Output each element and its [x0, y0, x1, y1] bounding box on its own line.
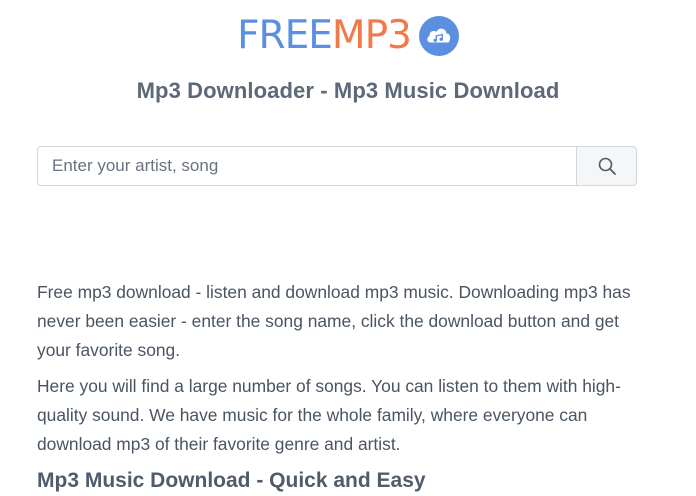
- logo-mp3-text: MP3: [331, 13, 412, 58]
- search-button[interactable]: [576, 146, 637, 186]
- search-input[interactable]: [37, 146, 576, 186]
- search-bar: [37, 146, 637, 186]
- logo-free-text: FREE: [237, 13, 333, 58]
- page-subtitle: Mp3 Downloader - Mp3 Music Download: [136, 78, 560, 103]
- cloud-music-icon: [418, 16, 459, 56]
- description-paragraph: Here you will find a large number of son…: [37, 376, 621, 454]
- search-icon: [598, 157, 616, 175]
- main-content: Free mp3 download - listen and download …: [37, 278, 647, 496]
- section-heading: Mp3 Music Download - Quick and Easy: [37, 469, 426, 492]
- site-logo[interactable]: FREE MP3: [0, 12, 696, 60]
- intro-paragraph: Free mp3 download - listen and download …: [37, 282, 631, 360]
